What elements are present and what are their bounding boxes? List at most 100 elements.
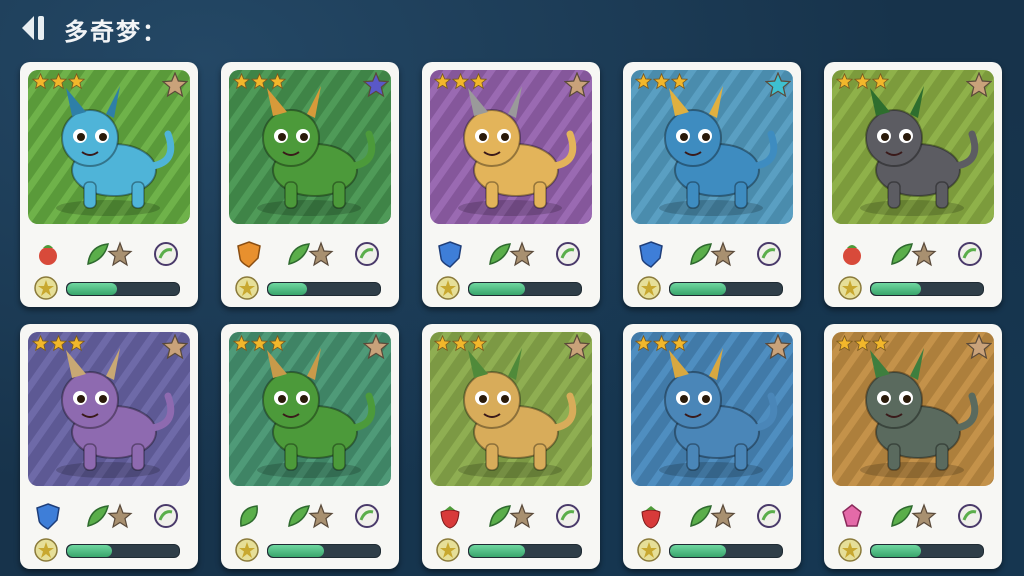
star-icon xyxy=(433,72,452,94)
header: 多奇梦： xyxy=(0,0,1024,56)
star-rating xyxy=(835,334,890,356)
element-fire-fruit-icon[interactable] xyxy=(838,240,866,268)
star-icon xyxy=(871,72,890,94)
star-rating xyxy=(433,334,488,356)
rank-star-icon xyxy=(709,502,737,530)
ability-icons xyxy=(34,240,184,270)
level-star-icon xyxy=(838,538,862,562)
creature-card-green-dragon[interactable] xyxy=(221,62,399,307)
rarity-star-icon xyxy=(564,334,590,360)
star-icon xyxy=(853,334,872,356)
creature-card-grey-rock-beast[interactable] xyxy=(824,62,1002,307)
creature-card-green-horned-dragon[interactable] xyxy=(221,324,399,569)
progress-bar-fill xyxy=(469,545,525,557)
level-progress xyxy=(838,538,988,564)
rarity-star-icon xyxy=(363,72,389,98)
progress-bar xyxy=(66,544,180,558)
badge-skill-icon[interactable] xyxy=(152,240,180,268)
rank-star-icon xyxy=(910,502,938,530)
creature-card-green-shell-beast[interactable] xyxy=(824,324,1002,569)
level-progress xyxy=(637,276,787,302)
element-orange-shield-icon[interactable] xyxy=(235,240,263,268)
element-green-leaf-icon[interactable] xyxy=(235,502,263,530)
star-icon xyxy=(670,72,689,94)
progress-bar xyxy=(870,282,984,296)
creature-card-golden-ram-creature[interactable] xyxy=(422,62,600,307)
progress-bar xyxy=(669,544,783,558)
creature-card-blue-horned-dragon[interactable] xyxy=(623,324,801,569)
star-icon xyxy=(232,72,251,94)
progress-bar-fill xyxy=(670,545,726,557)
star-rating xyxy=(634,334,689,356)
rank-star-icon xyxy=(508,240,536,268)
star-icon xyxy=(31,72,50,94)
star-icon xyxy=(835,72,854,94)
star-icon xyxy=(634,334,653,356)
rarity-star-icon xyxy=(162,72,188,98)
ability-icons xyxy=(436,240,586,270)
progress-bar xyxy=(468,544,582,558)
level-star-icon xyxy=(34,538,58,562)
ability-icons xyxy=(838,502,988,532)
creature-card-grid xyxy=(20,62,1004,574)
element-fire-fruit-icon[interactable] xyxy=(34,240,62,268)
level-star-icon xyxy=(34,276,58,300)
page-title: 多奇梦： xyxy=(64,18,168,46)
progress-bar xyxy=(870,544,984,558)
badge-skill-icon[interactable] xyxy=(353,240,381,268)
star-rating xyxy=(31,72,86,94)
rank-star-icon xyxy=(106,502,134,530)
star-icon xyxy=(250,72,269,94)
star-icon xyxy=(250,334,269,356)
star-icon xyxy=(268,334,287,356)
star-icon xyxy=(469,72,488,94)
star-icon xyxy=(49,334,68,356)
progress-bar-fill xyxy=(67,545,112,557)
progress-bar-fill xyxy=(268,283,308,295)
rank-star-icon xyxy=(709,240,737,268)
creature-card-blue-winged-dragon[interactable] xyxy=(623,62,801,307)
level-progress xyxy=(34,276,184,302)
rarity-star-icon xyxy=(966,334,992,360)
element-blue-shield-icon[interactable] xyxy=(637,240,665,268)
progress-bar xyxy=(267,544,381,558)
element-blue-shield-icon[interactable] xyxy=(436,240,464,268)
badge-skill-icon[interactable] xyxy=(755,502,783,530)
badge-skill-icon[interactable] xyxy=(152,502,180,530)
badge-skill-icon[interactable] xyxy=(554,502,582,530)
star-icon xyxy=(433,334,452,356)
level-progress xyxy=(637,538,787,564)
star-icon xyxy=(634,72,653,94)
progress-bar-fill xyxy=(268,545,324,557)
level-progress xyxy=(436,276,586,302)
badge-skill-icon[interactable] xyxy=(956,502,984,530)
star-rating xyxy=(634,72,689,94)
rarity-star-icon xyxy=(564,72,590,98)
back-arrow-icon[interactable] xyxy=(20,12,54,44)
star-icon xyxy=(853,72,872,94)
badge-skill-icon[interactable] xyxy=(755,240,783,268)
ability-icons xyxy=(235,240,385,270)
progress-bar-fill xyxy=(67,283,118,295)
element-blue-shield-icon[interactable] xyxy=(34,502,62,530)
badge-skill-icon[interactable] xyxy=(554,240,582,268)
creature-card-purple-horned-creature[interactable] xyxy=(20,324,198,569)
badge-skill-icon[interactable] xyxy=(956,240,984,268)
star-icon xyxy=(67,334,86,356)
creature-card-golden-winged-dragon[interactable] xyxy=(422,324,600,569)
badge-skill-icon[interactable] xyxy=(353,502,381,530)
star-icon xyxy=(871,334,890,356)
element-strawberry-icon[interactable] xyxy=(436,502,464,530)
level-star-icon xyxy=(235,276,259,300)
star-icon xyxy=(268,72,287,94)
ability-icons xyxy=(637,502,787,532)
level-progress xyxy=(34,538,184,564)
star-icon xyxy=(451,334,470,356)
element-strawberry-icon[interactable] xyxy=(637,502,665,530)
element-pink-gem-icon[interactable] xyxy=(838,502,866,530)
star-rating xyxy=(31,334,86,356)
rank-star-icon xyxy=(910,240,938,268)
progress-bar xyxy=(66,282,180,296)
creature-card-blue-cat-creature[interactable] xyxy=(20,62,198,307)
ability-icons xyxy=(235,502,385,532)
